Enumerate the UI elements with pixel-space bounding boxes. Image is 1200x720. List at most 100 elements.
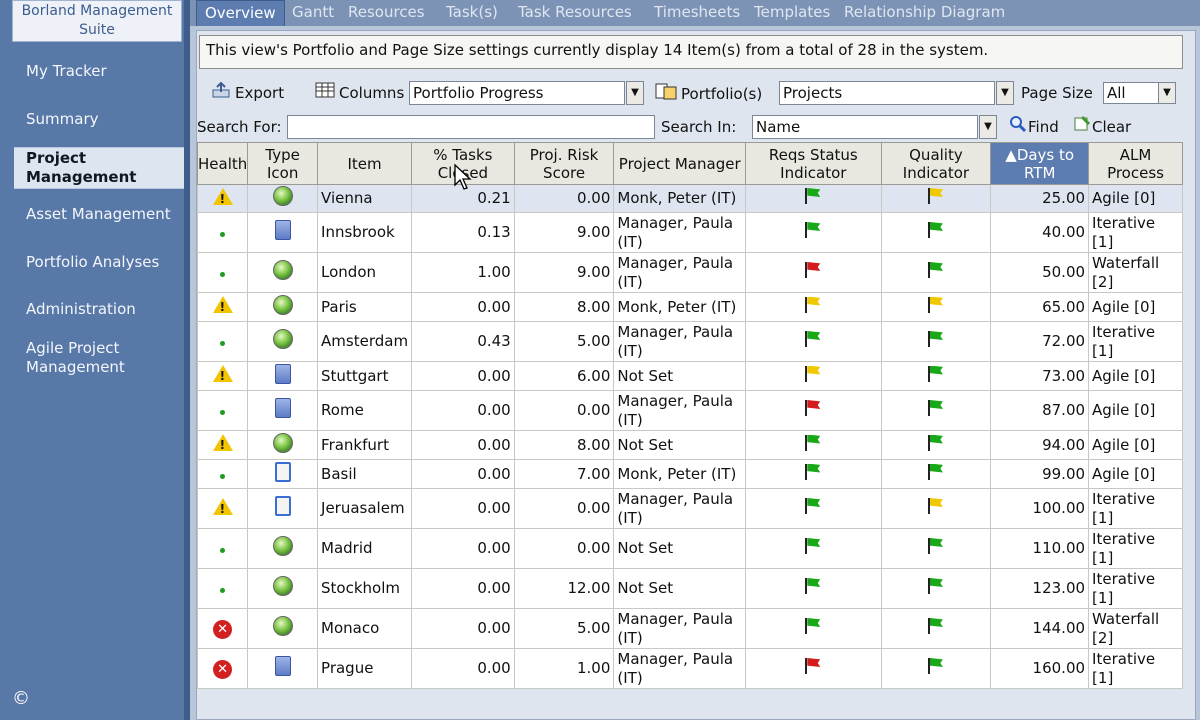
tab-timesheets[interactable]: Timesheets [654, 0, 740, 26]
tab-tasks[interactable]: Task(s) [446, 0, 498, 26]
clear-button[interactable]: Clear [1073, 115, 1131, 139]
item-name-cell[interactable]: Monaco [317, 608, 413, 649]
pct-tasks-closed-cell: 0.00 [411, 648, 515, 689]
item-name-cell[interactable]: Frankfurt [317, 430, 413, 460]
table-row[interactable]: London 1.00 9.00 Manager, Paula (IT) 50.00 Wa… [196, 252, 1183, 293]
quality-flag-icon [927, 463, 945, 480]
item-name-cell[interactable]: London [317, 252, 413, 293]
sidebar-item-project-management[interactable]: Project Management [14, 147, 184, 189]
tab-resources[interactable]: Resources [348, 0, 425, 26]
pct-tasks-closed-cell: 0.00 [411, 528, 515, 569]
type-icon-cell [247, 488, 319, 529]
export-button[interactable]: Export [211, 81, 284, 105]
pct-tasks-closed-cell: 0.00 [411, 568, 515, 609]
column-header-reqs-status[interactable]: Reqs Status Indicator [745, 142, 882, 185]
magnifier-icon [1009, 115, 1027, 140]
pct-tasks-closed-cell: 0.13 [411, 212, 515, 253]
column-header-project-manager[interactable]: Project Manager [613, 142, 747, 185]
error-icon: ✕ [213, 659, 233, 679]
column-header-item[interactable]: Item [317, 142, 413, 185]
sidebar-item-agile-project-management[interactable]: Agile Project Management [14, 339, 184, 377]
find-button[interactable]: Find [1009, 115, 1059, 139]
alm-process-cell: Iterative [1] [1088, 488, 1183, 529]
risk-score-cell: 5.00 [513, 608, 615, 649]
quality-indicator-cell [880, 212, 992, 253]
column-header-quality[interactable]: Quality Indicator [880, 142, 992, 185]
mouse-cursor-icon [454, 163, 472, 190]
table-row[interactable]: Stuttgart0.006.00Not Set 73.00Agile [0] [196, 361, 1183, 391]
chevron-down-icon[interactable]: ▼ [1158, 82, 1176, 104]
column-header-risk-score[interactable]: Proj. Risk Score [513, 142, 615, 185]
sidebar-item-summary[interactable]: Summary [14, 110, 184, 129]
risk-score-cell: 1.00 [513, 648, 615, 689]
table-row[interactable]: Jeruasalem0.000.00Manager, Paula (IT)100… [196, 488, 1183, 529]
alm-process-cell: Iterative [1] [1088, 321, 1183, 362]
tab-task-resources[interactable]: Task Resources [518, 0, 632, 26]
portfolios-button[interactable]: Portfolio(s) [655, 81, 762, 105]
table-row[interactable]: Madrid 0.00 0.00 Not Set 110.00 Iterative [1] [196, 528, 1183, 569]
table-row[interactable]: Vienna0.210.00Monk, Peter (IT)25.00Agile… [196, 184, 1183, 213]
item-name-cell[interactable]: Rome [317, 390, 413, 431]
columns-button[interactable]: Columns [315, 81, 404, 105]
item-name-cell[interactable]: Stockholm [317, 568, 413, 609]
chevron-down-icon[interactable]: ▼ [979, 115, 997, 139]
warning-icon [212, 296, 233, 317]
project-manager-cell: Manager, Paula (IT) [613, 648, 747, 689]
tab-templates[interactable]: Templates [754, 0, 830, 26]
portfolio-select[interactable]: Projects ▼ [779, 81, 1014, 105]
column-header-days-to-rtm[interactable]: ▲Days to RTM [990, 142, 1090, 185]
sidebar-item-portfolio-analyses[interactable]: Portfolio Analyses [14, 253, 184, 272]
item-name-cell[interactable]: Paris [317, 292, 413, 322]
table-row[interactable]: Stockholm 0.00 12.00 Not Set 123.00 Iterative… [196, 568, 1183, 609]
ok-dot-icon [220, 548, 226, 553]
quality-indicator-cell [880, 361, 992, 391]
sidebar-item-asset-management[interactable]: Asset Management [14, 205, 184, 224]
chevron-down-icon[interactable]: ▼ [626, 81, 644, 105]
sidebar-item-administration[interactable]: Administration [14, 300, 184, 319]
portfolios-label: Portfolio(s) [681, 85, 763, 103]
quality-flag-icon [927, 400, 945, 416]
column-header-alm-process[interactable]: ALM Process [1088, 142, 1183, 185]
column-header-type-icon[interactable]: Type Icon [247, 142, 319, 185]
chevron-down-icon[interactable]: ▼ [996, 81, 1014, 105]
type-icon-cell [247, 430, 319, 460]
export-label: Export [235, 84, 285, 102]
reqs-status-flag-icon [804, 222, 822, 238]
item-name-cell[interactable]: Amsterdam [317, 321, 413, 362]
health-cell [196, 321, 249, 362]
sidebar-item-my-tracker[interactable]: My Tracker [14, 62, 184, 81]
item-name-cell[interactable]: Basil [317, 459, 413, 489]
type-icon-cell [247, 568, 319, 609]
pct-tasks-closed-cell: 0.00 [411, 361, 515, 391]
warning-icon [212, 365, 233, 386]
reqs-status-flag-icon [804, 434, 822, 451]
table-row[interactable]: Amsterdam 0.43 5.00 Manager, Paula (IT) 72.0… [196, 321, 1183, 362]
item-name-cell[interactable]: Prague [317, 648, 413, 689]
search-in-select[interactable]: Name ▼ [752, 115, 997, 139]
search-input[interactable] [287, 115, 655, 139]
page-size-select[interactable]: All ▼ [1103, 82, 1176, 104]
item-name-cell[interactable]: Vienna [317, 184, 413, 213]
tab-relationship-diagram[interactable]: Relationship Diagram [844, 0, 1005, 26]
risk-score-cell: 7.00 [513, 459, 615, 489]
columns-label: Columns [339, 84, 405, 102]
column-header-health[interactable]: Health [196, 142, 249, 185]
table-row[interactable]: Basil 0.00 7.00 Monk, Peter (IT) 99.00 Agile … [196, 459, 1183, 489]
item-name-cell[interactable]: Stuttgart [317, 361, 413, 391]
table-row[interactable]: ✕ Monaco 0.00 5.00 Manager, Paula (IT) 144.00… [196, 608, 1183, 649]
tab-gantt[interactable]: Gantt [292, 0, 334, 26]
server-icon [274, 656, 291, 676]
main-area: Overview Gantt Resources Task(s) Task Re… [190, 0, 1200, 720]
table-row[interactable]: Paris0.008.00Monk, Peter (IT) 65.00Agile … [196, 292, 1183, 322]
table-row[interactable]: Innsbrook 0.13 9.00 Manager, Paula (IT) 40.0… [196, 212, 1183, 253]
table-row[interactable]: ✕ Prague 0.00 1.00 Manager, Paula (IT) 160.00… [196, 648, 1183, 689]
days-to-rtm-cell: 110.00 [990, 528, 1090, 569]
item-name-cell[interactable]: Innsbrook [317, 212, 413, 253]
view-select[interactable]: Portfolio Progress ▼ [409, 81, 644, 105]
tab-overview[interactable]: Overview [196, 0, 285, 26]
health-cell: ✕ [196, 648, 249, 689]
item-name-cell[interactable]: Madrid [317, 528, 413, 569]
table-row[interactable]: Rome 0.00 0.00 Manager, Paula (IT) 87.00 Agil… [196, 390, 1183, 431]
table-row[interactable]: Frankfurt0.008.00Not Set 94.00Agile [0] [196, 430, 1183, 460]
item-name-cell[interactable]: Jeruasalem [317, 488, 413, 529]
